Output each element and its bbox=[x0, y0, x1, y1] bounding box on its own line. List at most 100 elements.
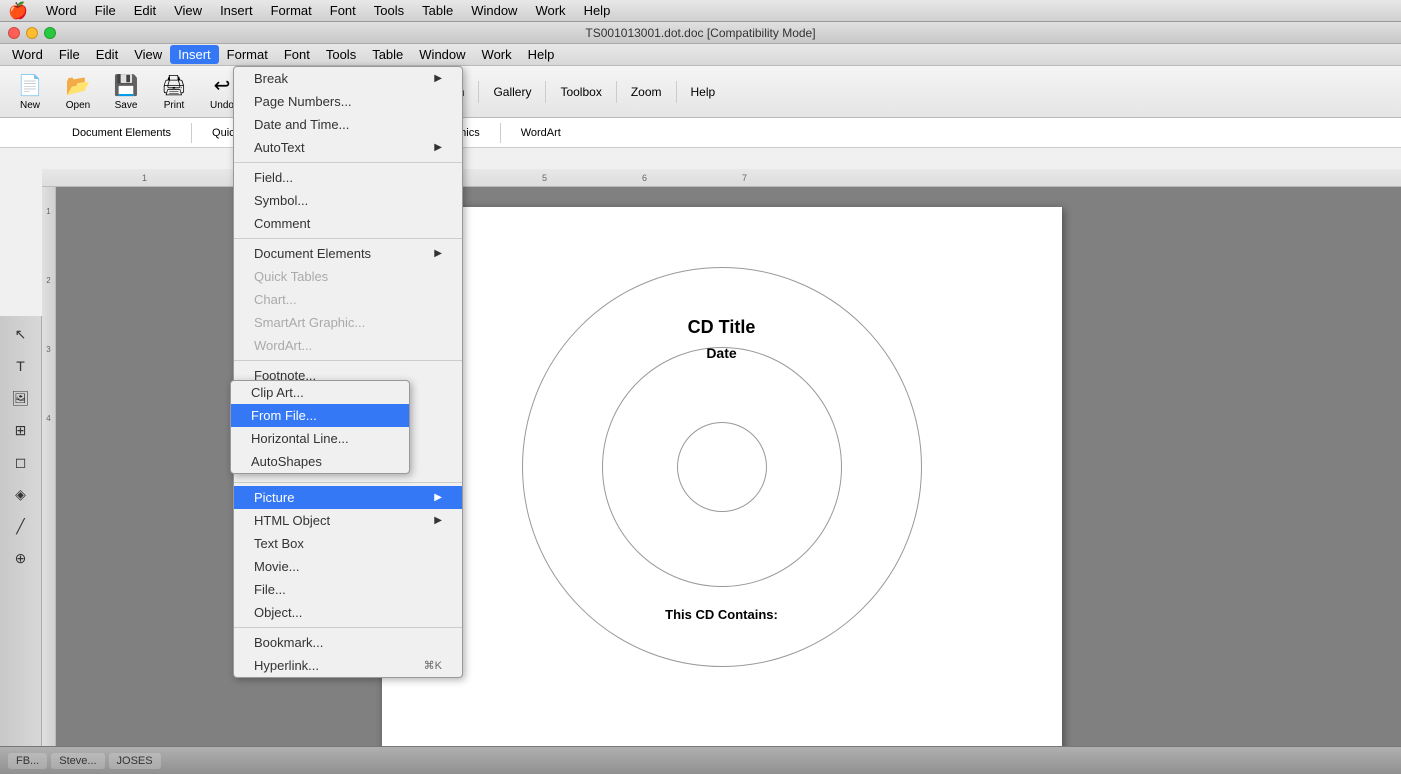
word-menu-edit[interactable]: Edit bbox=[88, 45, 126, 64]
menu-item-html-object[interactable]: HTML Object ▶ bbox=[234, 509, 462, 532]
tab-help[interactable]: Help bbox=[677, 81, 730, 103]
cd-date: Date bbox=[522, 345, 922, 361]
menu-item-hyperlink[interactable]: Hyperlink... ⌘K bbox=[234, 654, 462, 677]
menu-item-field-label: Field... bbox=[254, 170, 293, 185]
menubar-work[interactable]: Work bbox=[527, 1, 573, 20]
word-menu-format[interactable]: Format bbox=[219, 45, 276, 64]
sidebar-tool-3d[interactable]: ◈ bbox=[7, 480, 35, 508]
submenu-from-file[interactable]: From File... bbox=[231, 404, 409, 427]
taskbar-item-joses[interactable]: JOSES bbox=[109, 753, 161, 769]
sidebar-tool-image[interactable]: 🖼 bbox=[7, 384, 35, 412]
menu-sep-1 bbox=[234, 162, 462, 163]
menubar-format[interactable]: Format bbox=[263, 1, 320, 20]
word-menu-insert[interactable]: Insert bbox=[170, 45, 219, 64]
menubar-font[interactable]: Font bbox=[322, 1, 364, 20]
menu-item-object[interactable]: Object... bbox=[234, 601, 462, 624]
menu-item-break[interactable]: Break ▶ bbox=[234, 67, 462, 90]
menu-item-movie[interactable]: Movie... bbox=[234, 555, 462, 578]
print-button[interactable]: 🖨 Print bbox=[152, 71, 196, 113]
undo-label: Undo bbox=[210, 100, 234, 111]
menu-item-date-time[interactable]: Date and Time... bbox=[234, 113, 462, 136]
menu-arrow-picture: ▶ bbox=[434, 492, 442, 503]
word-menu-word[interactable]: Word bbox=[4, 45, 51, 64]
word-menu-help[interactable]: Help bbox=[520, 45, 563, 64]
menu-sep-4 bbox=[234, 482, 462, 483]
toolbar: 📄 New 📂 Open 💾 Save 🖨 Print ↩ Undo 150% … bbox=[0, 66, 1401, 118]
word-menu-bar: Word File Edit View Insert Format Font T… bbox=[0, 44, 1401, 66]
window-controls bbox=[8, 27, 56, 39]
new-button[interactable]: 📄 New bbox=[8, 71, 52, 113]
minimize-button[interactable] bbox=[26, 27, 38, 39]
taskbar: FB... Steve... JOSES bbox=[0, 746, 1401, 774]
menu-item-symbol[interactable]: Symbol... bbox=[234, 189, 462, 212]
word-menu-font[interactable]: Font bbox=[276, 45, 318, 64]
doc-content: CD Title Date This CD Contains: bbox=[382, 207, 1062, 727]
submenu-clip-art[interactable]: Clip Art... bbox=[231, 381, 409, 404]
submenu-horizontal-line[interactable]: Horizontal Line... bbox=[231, 427, 409, 450]
subtab-document-elements[interactable]: Document Elements bbox=[60, 124, 183, 142]
word-menu-window[interactable]: Window bbox=[411, 45, 473, 64]
menu-item-autotext[interactable]: AutoText ▶ bbox=[234, 136, 462, 159]
menubar-tools[interactable]: Tools bbox=[366, 1, 412, 20]
menubar-view[interactable]: View bbox=[166, 1, 210, 20]
sidebar-tool-shape[interactable]: ◻ bbox=[7, 448, 35, 476]
menu-arrow-document-elements: ▶ bbox=[434, 248, 442, 259]
system-menu-bar: 🍎 Word File Edit View Insert Format Font… bbox=[0, 0, 1401, 22]
menu-item-date-time-label: Date and Time... bbox=[254, 117, 349, 132]
menu-item-text-box[interactable]: Text Box bbox=[234, 532, 462, 555]
tab-zoom[interactable]: Zoom bbox=[617, 81, 677, 103]
menu-item-picture[interactable]: Picture ▶ bbox=[234, 486, 462, 509]
submenu-horizontal-line-label: Horizontal Line... bbox=[251, 431, 349, 446]
word-menu-view[interactable]: View bbox=[126, 45, 170, 64]
open-label: Open bbox=[66, 100, 90, 111]
subtab-wordart[interactable]: WordArt bbox=[509, 124, 573, 142]
menu-item-symbol-label: Symbol... bbox=[254, 193, 308, 208]
menu-arrow-autotext: ▶ bbox=[434, 142, 442, 153]
menu-sep-5 bbox=[234, 627, 462, 628]
menubar-edit[interactable]: Edit bbox=[126, 1, 164, 20]
word-menu-file[interactable]: File bbox=[51, 45, 88, 64]
main-area: 1 2 3 4 5 6 7 ↖ T 🖼 ⊞ ◻ ◈ ╱ ⊕ bbox=[0, 169, 1401, 746]
taskbar-item-fb[interactable]: FB... bbox=[8, 753, 47, 769]
menu-item-picture-label: Picture bbox=[254, 490, 294, 505]
new-icon: 📄 bbox=[18, 73, 43, 98]
tab-toolbox[interactable]: Toolbox bbox=[546, 81, 616, 103]
menubar-word[interactable]: Word bbox=[38, 1, 85, 20]
sidebar-tool-line[interactable]: ╱ bbox=[7, 512, 35, 540]
taskbar-item-steve[interactable]: Steve... bbox=[51, 753, 104, 769]
save-label: Save bbox=[115, 100, 138, 111]
word-menu-tools[interactable]: Tools bbox=[318, 45, 364, 64]
menubar-file[interactable]: File bbox=[87, 1, 124, 20]
menu-item-field[interactable]: Field... bbox=[234, 166, 462, 189]
cd-title: CD Title bbox=[522, 317, 922, 338]
menu-item-break-label: Break bbox=[254, 71, 288, 86]
new-label: New bbox=[20, 100, 40, 111]
save-button[interactable]: 💾 Save bbox=[104, 71, 148, 113]
menubar-window[interactable]: Window bbox=[463, 1, 525, 20]
menubar-help[interactable]: Help bbox=[576, 1, 619, 20]
menu-sep-2 bbox=[234, 238, 462, 239]
open-button[interactable]: 📂 Open bbox=[56, 71, 100, 113]
word-menu-table[interactable]: Table bbox=[364, 45, 411, 64]
maximize-button[interactable] bbox=[44, 27, 56, 39]
menu-item-bookmark-label: Bookmark... bbox=[254, 635, 323, 650]
open-icon: 📂 bbox=[66, 73, 91, 98]
menu-item-document-elements-label: Document Elements bbox=[254, 246, 371, 261]
print-label: Print bbox=[164, 100, 185, 111]
sidebar-tool-adjust[interactable]: ⊕ bbox=[7, 544, 35, 572]
apple-menu[interactable]: 🍎 bbox=[8, 1, 28, 21]
word-menu-work[interactable]: Work bbox=[474, 45, 520, 64]
menu-item-page-numbers[interactable]: Page Numbers... bbox=[234, 90, 462, 113]
menu-item-bookmark[interactable]: Bookmark... bbox=[234, 631, 462, 654]
menubar-insert[interactable]: Insert bbox=[212, 1, 261, 20]
submenu-autoshapes[interactable]: AutoShapes bbox=[231, 450, 409, 473]
menu-item-comment[interactable]: Comment bbox=[234, 212, 462, 235]
sidebar-tool-table[interactable]: ⊞ bbox=[7, 416, 35, 444]
menubar-table[interactable]: Table bbox=[414, 1, 461, 20]
close-button[interactable] bbox=[8, 27, 20, 39]
tab-gallery[interactable]: Gallery bbox=[479, 81, 546, 103]
menu-item-file[interactable]: File... bbox=[234, 578, 462, 601]
sidebar-tool-text[interactable]: T bbox=[7, 352, 35, 380]
menu-item-document-elements[interactable]: Document Elements ▶ bbox=[234, 242, 462, 265]
sidebar-tool-cursor[interactable]: ↖ bbox=[7, 320, 35, 348]
